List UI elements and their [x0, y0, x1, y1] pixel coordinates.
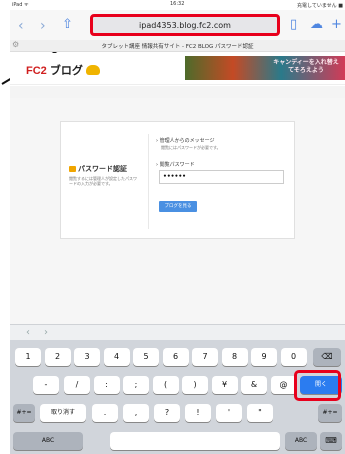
status-bar: iPad ᯤ 16:32 充電していません ■ [10, 0, 345, 10]
auth-title-text: パスワード認証 [78, 165, 127, 173]
key-symbol[interactable]: / [64, 376, 90, 394]
password-input[interactable]: •••••• [159, 170, 284, 184]
key-2[interactable]: 2 [44, 348, 71, 366]
forward-icon[interactable]: › [40, 18, 46, 34]
key-symbol[interactable]: : [93, 376, 120, 394]
space-key[interactable] [110, 432, 280, 450]
password-label: › 閲覧パスワード [156, 162, 195, 168]
key-punct[interactable]: " [247, 404, 273, 422]
auth-description: 閲覧するには管理人が設定したパスワードの入力が必要です。 [69, 176, 137, 186]
tab-title[interactable]: タブレット講座 情報共有サイト - FC2 BLOG パスワード認証 [10, 42, 345, 50]
bookmarks-icon[interactable]: ▯ [290, 17, 297, 32]
abc-left-key[interactable]: ABC [13, 432, 83, 450]
url-text: ipad4353.blog.fc2.com [139, 21, 231, 30]
enter-key-highlight [294, 370, 341, 401]
key-punct[interactable]: ? [154, 404, 180, 422]
symbols-right-key[interactable]: #+= [318, 404, 342, 422]
key-symbol[interactable]: ( [152, 376, 179, 394]
next-field-icon[interactable]: › [44, 327, 48, 338]
key-5[interactable]: 5 [133, 348, 159, 366]
logo-text: ブログ [46, 65, 83, 77]
key-6[interactable]: 6 [162, 348, 189, 366]
key-9[interactable]: 9 [251, 348, 277, 366]
key-punct[interactable]: ! [185, 404, 211, 422]
password-card: パスワード認証 閲覧するには管理人が設定したパスワードの入力が必要です。 › 管… [60, 121, 295, 239]
symbols-left-key[interactable]: #+= [13, 404, 35, 422]
key-7[interactable]: 7 [192, 348, 218, 366]
card-divider [148, 134, 149, 229]
lock-icon [69, 166, 76, 172]
prev-field-icon[interactable]: ‹ [26, 327, 30, 338]
cloud-icon[interactable]: ☁ [310, 17, 323, 32]
fc2-logo[interactable]: FC2 ブログ [26, 62, 100, 78]
key-4[interactable]: 4 [103, 348, 130, 366]
key-8[interactable]: 8 [221, 348, 248, 366]
back-icon[interactable]: ‹ [18, 18, 24, 34]
battery-status: 充電していません ■ [296, 3, 343, 9]
divider-band [10, 86, 345, 98]
page-content: パスワード認証 閲覧するには管理人が設定したパスワードの入力が必要です。 › 管… [10, 98, 345, 324]
undo-key[interactable]: 取り消す [40, 404, 86, 422]
message-text: 閲覧にはパスワードが必要です。 [161, 145, 221, 150]
key-hyphen[interactable]: - [33, 376, 59, 394]
key-punct[interactable]: . [92, 404, 118, 422]
mascot-icon [85, 65, 100, 75]
key-symbol[interactable]: ; [123, 376, 149, 394]
ad-banner[interactable]: キャンディーを入れ替えてそろえよう [185, 56, 345, 80]
key-punct[interactable]: ' [216, 404, 242, 422]
form-nav-bar: ‹ › [10, 324, 345, 340]
backspace-key[interactable]: ⌫ [313, 348, 341, 366]
auth-title: パスワード認証 [69, 164, 127, 174]
view-blog-button[interactable]: ブログを見る [159, 201, 197, 212]
key-1[interactable]: 1 [15, 348, 41, 366]
site-header: FC2 ブログ キャンディーを入れ替えてそろえよう [10, 53, 345, 85]
device-label: iPad ᯤ [12, 2, 29, 8]
key-0[interactable]: 0 [280, 348, 307, 366]
logo-prefix: FC2 [26, 65, 47, 77]
abc-right-key[interactable]: ABC [285, 432, 317, 450]
share-icon[interactable]: ⇧ [62, 17, 73, 32]
key-symbol[interactable]: ) [182, 376, 208, 394]
key-symbol[interactable]: & [241, 376, 267, 394]
key-3[interactable]: 3 [74, 348, 100, 366]
browser-toolbar: ‹ › ⇧ ipad4353.blog.fc2.com ▯ ☁ + [10, 10, 345, 40]
address-bar[interactable]: ipad4353.blog.fc2.com [90, 14, 280, 36]
new-tab-icon[interactable]: + [331, 17, 342, 32]
tab-bar: ⚙ タブレット講座 情報共有サイト - FC2 BLOG パスワード認証 [10, 40, 345, 52]
key-symbol[interactable]: @ [270, 376, 297, 394]
clock: 16:32 [170, 1, 185, 7]
key-punct[interactable]: , [123, 404, 149, 422]
keyboard-hide-key[interactable]: ⌨ [320, 432, 342, 450]
key-symbol[interactable]: ¥ [211, 376, 238, 394]
banner-text: キャンディーを入れ替えてそろえよう [273, 59, 339, 74]
message-label: › 管理人からのメッセージ [156, 138, 215, 144]
